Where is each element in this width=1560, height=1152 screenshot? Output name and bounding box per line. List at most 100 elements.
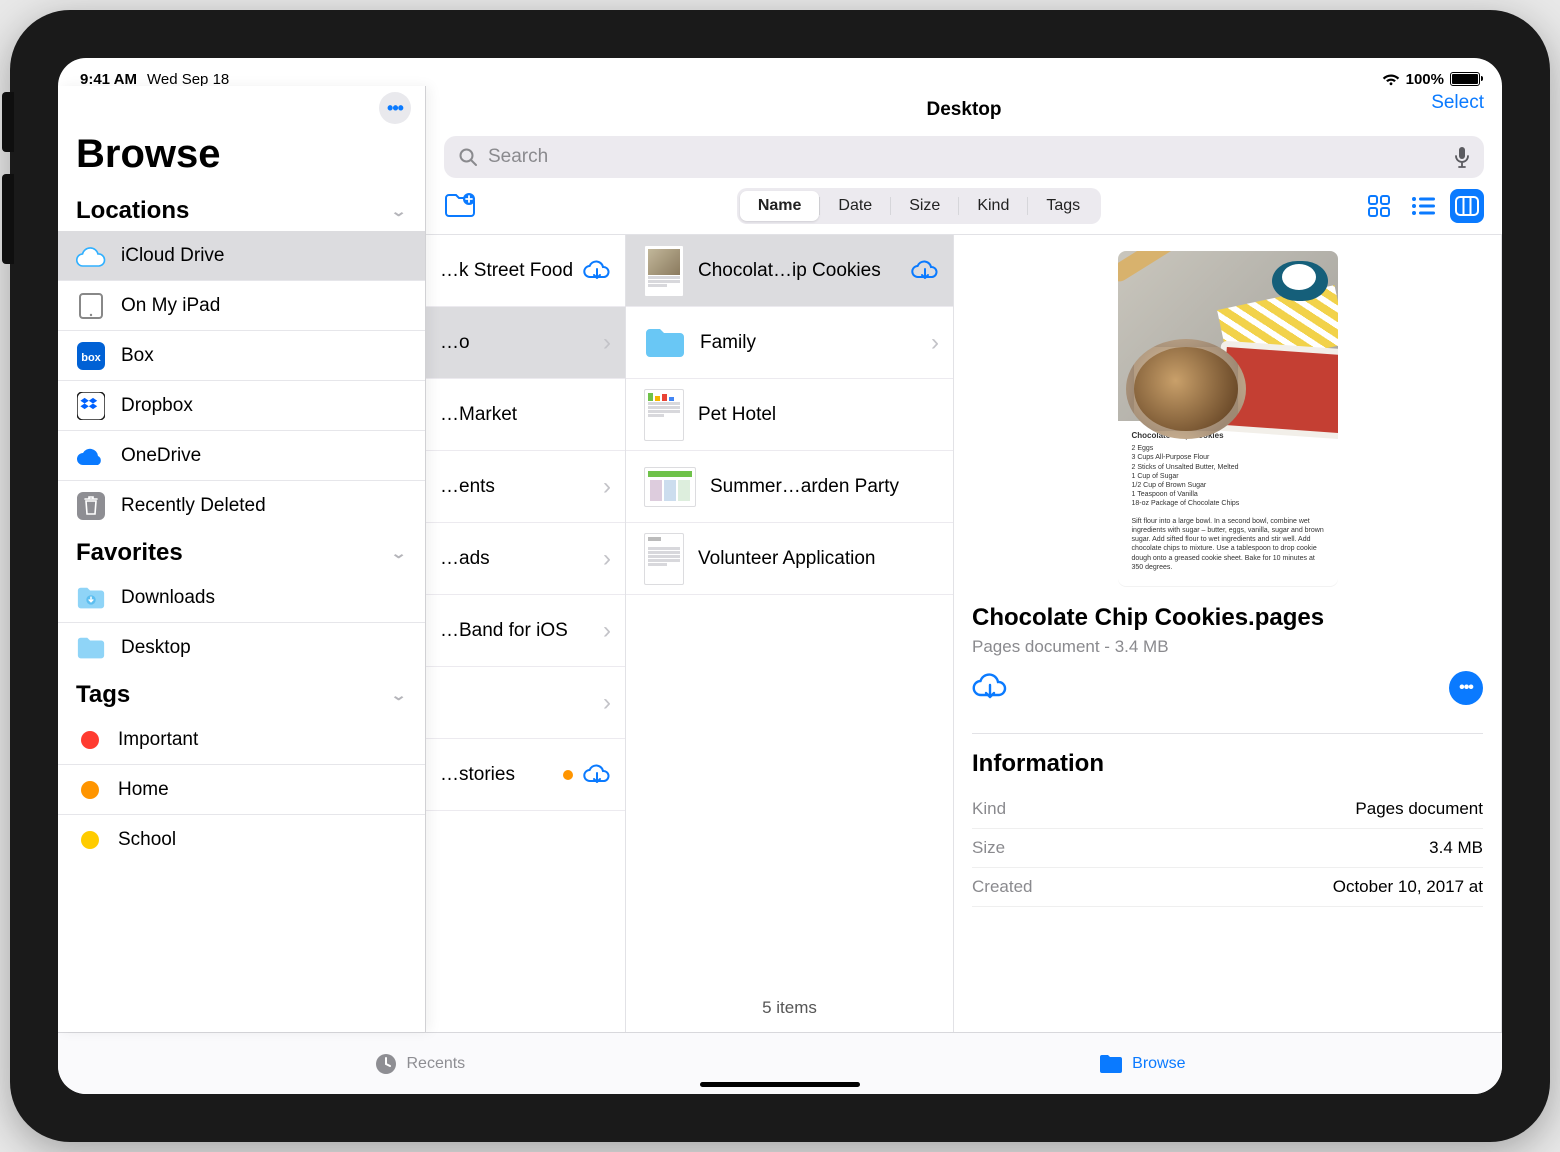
new-folder-button[interactable] [444,193,476,219]
sidebar-item-recently-deleted[interactable]: Recently Deleted [58,481,425,531]
section-tags-header[interactable]: Tags⌄ [58,673,425,715]
sidebar-item-label: School [118,829,176,851]
icloud-icon [76,241,106,271]
sort-date[interactable]: Date [820,191,890,221]
list-item-label: Summer…arden Party [710,476,939,498]
sidebar-more-button[interactable]: ••• [379,92,411,124]
dictation-icon[interactable] [1454,146,1470,168]
trash-icon [76,491,106,521]
sidebar-title: Browse [58,126,425,189]
sidebar-item-label: iCloud Drive [121,245,224,267]
list-item[interactable]: Chocolat…ip Cookies [626,235,953,307]
sort-segmented-control: Name Date Size Kind Tags [737,188,1101,224]
info-key: Kind [972,799,1006,819]
sort-name[interactable]: Name [740,191,820,221]
tag-dot-icon [81,781,99,799]
sidebar-tag-school[interactable]: School [58,815,425,865]
column-2-footer: 5 items [626,970,953,1032]
file-thumbnail-icon [644,245,684,297]
file-thumbnail-icon [644,389,684,441]
sidebar-item-desktop[interactable]: Desktop [58,623,425,673]
list-item[interactable]: Summer…arden Party [626,451,953,523]
list-item-label: …o [440,332,611,354]
sidebar-item-label: Downloads [121,587,215,609]
tag-dot-icon [563,770,573,780]
sidebar-item-downloads[interactable]: Downloads [58,573,425,623]
chevron-down-icon: ⌄ [390,686,407,704]
chevron-down-icon: ⌄ [390,544,407,562]
folder-downloads-icon [76,583,106,613]
detail-subtitle: Pages document - 3.4 MB [972,637,1483,657]
clock-icon [374,1052,398,1076]
list-item[interactable]: Volunteer Application [626,523,953,595]
search-icon [458,147,478,167]
column-2: Chocolat…ip CookiesFamily›Pet Hotel Summe… [626,235,954,1032]
tab-recents[interactable]: Recents [374,1052,465,1076]
sidebar-item-icloud-drive[interactable]: iCloud Drive [58,231,425,281]
tag-dot-icon [81,831,99,849]
info-key: Size [972,838,1005,858]
list-item[interactable]: …Band for iOS› [426,595,625,667]
view-list-button[interactable] [1406,189,1440,223]
cloud-download-icon[interactable] [911,259,939,283]
sidebar-item-label: OneDrive [121,445,201,467]
list-item[interactable]: …stories [426,739,625,811]
sidebar-tag-home[interactable]: Home [58,765,425,815]
status-time: 9:41 AM [80,71,137,88]
detail-more-button[interactable]: ••• [1449,671,1483,705]
info-row: KindPages document [972,790,1483,829]
list-item[interactable]: …k Street Food [426,235,625,307]
cloud-download-icon[interactable] [583,259,611,283]
sort-kind[interactable]: Kind [959,191,1027,221]
info-row: CreatedOctober 10, 2017 at [972,868,1483,907]
info-row: Size3.4 MB [972,829,1483,868]
sidebar-item-label: Recently Deleted [121,495,266,517]
list-item-label: …Market [440,404,611,426]
onedrive-icon [76,441,106,471]
list-item[interactable]: …Market [426,379,625,451]
folder-icon [1098,1053,1124,1075]
folder-icon [644,327,686,359]
list-item[interactable]: …o› [426,307,625,379]
tab-browse[interactable]: Browse [1098,1053,1185,1075]
detail-thumbnail: Chocolate Chip Cookies2 Eggs3 Cups All-P… [1118,251,1338,586]
detail-filename: Chocolate Chip Cookies.pages [972,604,1483,633]
file-thumbnail-icon [644,467,696,507]
search-field[interactable] [444,136,1484,178]
view-grid-button[interactable] [1362,189,1396,223]
list-item[interactable]: …ents› [426,451,625,523]
sidebar-item-onedrive[interactable]: OneDrive [58,431,425,481]
section-locations-header[interactable]: Locations⌄ [58,189,425,231]
sidebar-item-dropbox[interactable]: Dropbox [58,381,425,431]
file-thumbnail-icon [644,533,684,585]
dropbox-icon [76,391,106,421]
chevron-down-icon: ⌄ [390,202,407,220]
info-heading: Information [972,750,1483,778]
detail-download-button[interactable] [972,673,1008,703]
home-indicator[interactable] [700,1082,860,1087]
search-input[interactable] [488,146,1444,168]
detail-pane: Chocolate Chip Cookies2 Eggs3 Cups All-P… [954,235,1502,1032]
box-icon: box [76,341,106,371]
list-item[interactable]: Family› [626,307,953,379]
sort-size[interactable]: Size [891,191,958,221]
list-item[interactable]: Pet Hotel [626,379,953,451]
list-item[interactable]: › [426,667,625,739]
list-item[interactable]: …ads› [426,523,625,595]
sidebar-item-label: On My iPad [121,295,220,317]
cloud-download-icon[interactable] [583,763,611,787]
sort-tags[interactable]: Tags [1028,191,1098,221]
view-columns-button[interactable] [1450,189,1484,223]
sidebar-item-label: Desktop [121,637,191,659]
list-item-label: …Band for iOS [440,620,611,642]
select-button[interactable]: Select [1431,92,1484,114]
ipad-icon [76,291,106,321]
sidebar-item-box[interactable]: box Box [58,331,425,381]
list-item-label: …ents [440,476,611,498]
sidebar-item-on-my-ipad[interactable]: On My iPad [58,281,425,331]
section-favorites-header[interactable]: Favorites⌄ [58,531,425,573]
battery-pct: 100% [1406,71,1444,88]
sidebar-tag-important[interactable]: Important [58,715,425,765]
sidebar-item-label: Home [118,779,169,801]
page-title: Desktop [927,99,1002,121]
